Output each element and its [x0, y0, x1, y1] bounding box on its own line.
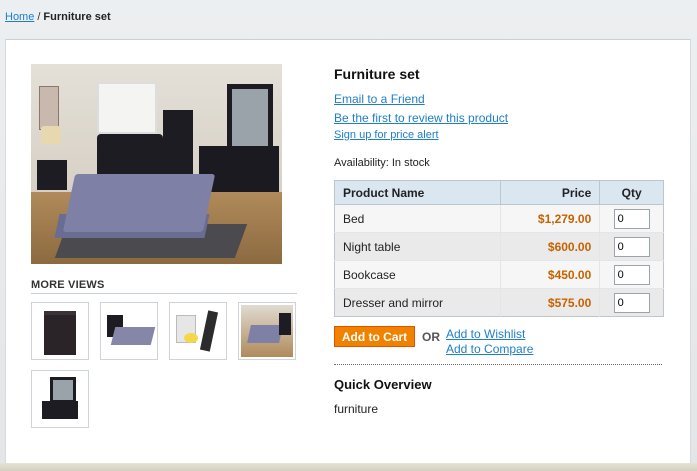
row-price: $575.00 [499, 288, 600, 317]
thumbnail-bedroom-set[interactable] [238, 302, 296, 360]
row-product-name: Bookcase [334, 260, 501, 289]
qty-input[interactable] [613, 264, 650, 285]
product-title: Furniture set [334, 66, 420, 82]
more-views-title: MORE VIEWS [31, 279, 105, 291]
grouped-products-table: Product Name Price Qty Bed $1,279.00 Nig… [334, 180, 664, 317]
row-product-name: Dresser and mirror [334, 288, 501, 317]
qty-input[interactable] [613, 208, 650, 229]
add-to-wishlist-link[interactable]: Add to Wishlist [446, 327, 525, 341]
column-header-qty: Qty [599, 180, 664, 205]
breadcrumb-separator: / [37, 11, 41, 23]
table-row: Bed $1,279.00 [334, 204, 664, 233]
table-row: Bookcase $450.00 [334, 260, 664, 289]
or-separator: OR [422, 330, 440, 344]
footer-strip [0, 463, 697, 471]
qty-input[interactable] [613, 292, 650, 313]
price-alert-link[interactable]: Sign up for price alert [334, 129, 439, 141]
availability-status: Availability: In stock [334, 157, 430, 169]
add-to-compare-link[interactable]: Add to Compare [446, 342, 533, 356]
row-product-name: Night table [334, 232, 501, 261]
table-row: Dresser and mirror $575.00 [334, 288, 664, 317]
row-price: $600.00 [499, 232, 600, 261]
section-divider [334, 364, 662, 365]
thumbnail-lamp[interactable] [169, 302, 227, 360]
row-price: $450.00 [499, 260, 600, 289]
thumbnail-dresser-mirror[interactable] [31, 370, 89, 428]
more-views-divider [31, 293, 297, 294]
row-price: $1,279.00 [499, 204, 600, 233]
breadcrumb-home-link[interactable]: Home [5, 11, 34, 23]
column-header-name: Product Name [334, 180, 501, 205]
quick-overview-title: Quick Overview [334, 377, 432, 392]
email-friend-link[interactable]: Email to a Friend [334, 92, 425, 106]
table-row: Night table $600.00 [334, 232, 664, 261]
row-product-name: Bed [334, 204, 501, 233]
breadcrumb-current: Furniture set [43, 11, 111, 23]
column-header-price: Price [499, 180, 600, 205]
main-product-image[interactable] [31, 64, 282, 264]
qty-input[interactable] [613, 236, 650, 257]
thumbnail-bed[interactable] [100, 302, 158, 360]
review-link[interactable]: Be the first to review this product [334, 111, 508, 125]
quick-overview-text: furniture [334, 402, 379, 416]
add-to-cart-button[interactable]: Add to Cart [334, 326, 415, 347]
breadcrumb: Home / Furniture set [5, 11, 111, 23]
thumbnail-nightstand[interactable] [31, 302, 89, 360]
